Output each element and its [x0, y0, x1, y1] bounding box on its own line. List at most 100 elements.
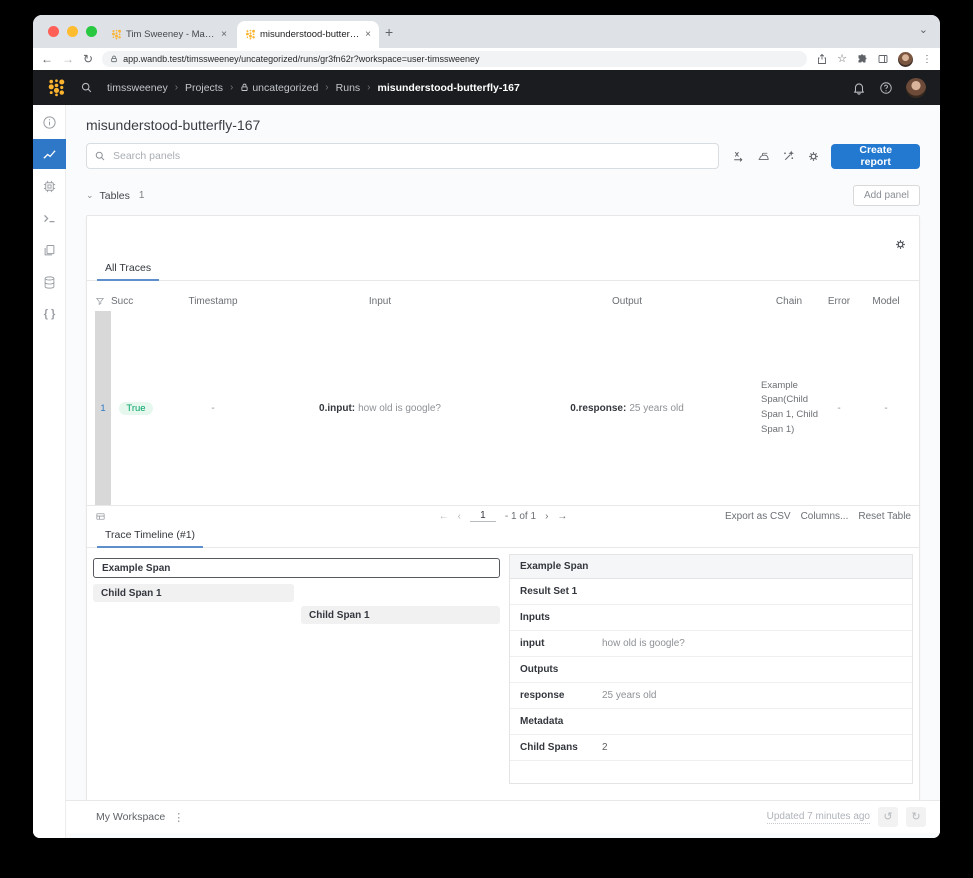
sidebar-item-system[interactable]	[33, 171, 66, 201]
search-panels-input[interactable]	[86, 143, 719, 169]
status-badge: True	[119, 402, 152, 415]
outputs-heading: Outputs	[510, 657, 912, 683]
workspace-tool-icons	[732, 150, 820, 163]
tab-trace-timeline[interactable]: Trace Timeline (#1)	[97, 529, 203, 548]
search-icon[interactable]	[80, 81, 93, 94]
undo-button[interactable]: ↺	[878, 807, 898, 827]
sidepanel-icon[interactable]	[877, 53, 889, 65]
tab-close-icon[interactable]: ×	[365, 29, 371, 40]
breadcrumb: timssweeney › Projects › uncategorized ›…	[107, 82, 520, 94]
forward-button[interactable]: →	[62, 53, 74, 65]
workspace-selector[interactable]: My Workspace	[96, 811, 165, 823]
zoom-window-button[interactable]	[86, 26, 97, 37]
breadcrumb-run-name[interactable]: misunderstood-butterfly-167	[378, 82, 520, 94]
add-panel-button[interactable]: Add panel	[853, 185, 920, 206]
magic-wand-icon[interactable]	[782, 150, 795, 163]
prev-page-arrow-icon[interactable]: ‹	[458, 511, 461, 522]
settings-gear-icon[interactable]	[807, 150, 820, 163]
back-button[interactable]: ←	[41, 53, 53, 65]
column-header-error[interactable]: Error	[819, 296, 859, 307]
table-row[interactable]: 1 True - 0.input:how old is google? 0.re…	[87, 311, 919, 505]
browser-action-icons: ☆ ⋮	[816, 52, 932, 67]
cell-output: 0.response:25 years old	[495, 311, 759, 505]
notifications-bell-icon[interactable]	[852, 81, 866, 95]
sidebar-item-logs[interactable]	[33, 203, 66, 233]
browser-tabstrip: Tim Sweeney - Machine Learni × misunders…	[33, 15, 940, 48]
column-header-chain[interactable]: Chain	[759, 296, 819, 307]
breadcrumb-separator: ›	[175, 82, 178, 93]
browser-menu-icon[interactable]: ⋮	[922, 54, 932, 65]
input-key: 0.input:	[319, 403, 355, 414]
tab-search-chevron-icon[interactable]: ⌄	[919, 23, 928, 36]
new-tab-button[interactable]: +	[385, 24, 393, 40]
browser-profile-avatar[interactable]	[898, 52, 913, 67]
first-page-arrow-icon[interactable]: ←	[439, 511, 449, 522]
lock-icon	[240, 83, 249, 92]
filter-funnel-icon[interactable]	[95, 296, 105, 306]
sidebar-item-charts[interactable]	[33, 139, 66, 169]
column-header-input[interactable]: Input	[265, 296, 495, 307]
breadcrumb-separator: ›	[325, 82, 328, 93]
output-value: 25 years old	[629, 403, 683, 414]
detail-row-child-spans: Child Spans 2	[510, 735, 912, 761]
bookmark-star-icon[interactable]: ☆	[837, 54, 847, 65]
cell-error: -	[819, 311, 859, 505]
next-page-arrow-icon[interactable]: ›	[545, 511, 548, 522]
timeline-span-child2[interactable]: Child Span 1	[301, 606, 500, 624]
x-axis-settings-icon[interactable]	[732, 150, 745, 163]
sidebar-item-config[interactable]: { }	[33, 299, 66, 329]
column-header-output[interactable]: Output	[495, 296, 759, 307]
extensions-puzzle-icon[interactable]	[856, 53, 868, 65]
breadcrumb-runs[interactable]: Runs	[336, 82, 361, 94]
help-icon[interactable]	[879, 81, 893, 95]
timeline-span-example[interactable]: Example Span	[93, 558, 500, 578]
detail-value: 25 years old	[602, 690, 656, 701]
sidebar-item-overview[interactable]	[33, 107, 66, 137]
wandb-navbar: timssweeney › Projects › uncategorized ›…	[33, 70, 940, 105]
sidebar-item-files[interactable]	[33, 235, 66, 265]
column-header-timestamp[interactable]: Timestamp	[161, 296, 265, 307]
cell-success: True	[111, 311, 161, 505]
browser-tab-inactive[interactable]: Tim Sweeney - Machine Learni ×	[103, 21, 235, 48]
user-avatar[interactable]	[906, 78, 926, 98]
detail-key: response	[520, 690, 602, 701]
panel-settings-gear-icon[interactable]	[894, 238, 907, 251]
reload-button[interactable]: ↻	[83, 53, 93, 65]
redo-button[interactable]: ↻	[906, 807, 926, 827]
input-value: how old is google?	[358, 403, 441, 414]
address-bar[interactable]: app.wandb.test/timssweeney/uncategorized…	[102, 51, 807, 67]
smoothing-icon[interactable]	[757, 150, 770, 163]
breadcrumb-project[interactable]: uncategorized	[240, 82, 318, 94]
breadcrumb-separator: ›	[230, 82, 233, 93]
browser-tab-active[interactable]: misunderstood-butterfly-167 | ×	[237, 21, 379, 48]
tab-all-traces[interactable]: All Traces	[97, 262, 159, 281]
timeline-span-child1[interactable]: Child Span 1	[93, 584, 294, 602]
workspace-main: misunderstood-butterfly-167 Create repor…	[66, 105, 940, 838]
row-index[interactable]: 1	[95, 311, 111, 505]
terminal-icon	[42, 211, 57, 226]
close-window-button[interactable]	[48, 26, 59, 37]
cell-model: -	[859, 311, 913, 505]
app-body: { } misunderstood-butterfly-167 Create r…	[33, 105, 940, 838]
column-header-model[interactable]: Model	[859, 296, 913, 307]
trace-table-footer: ← ‹ 1 - 1 of 1 › → Export as CSV Columns…	[87, 506, 919, 526]
section-count: 1	[139, 190, 145, 201]
last-page-arrow-icon[interactable]: →	[557, 511, 567, 522]
page-number-input[interactable]: 1	[470, 510, 496, 522]
export-csv-button[interactable]: Export as CSV	[725, 511, 791, 522]
section-label[interactable]: Tables	[100, 190, 130, 202]
sidebar-item-artifacts[interactable]	[33, 267, 66, 297]
reset-table-button[interactable]: Reset Table	[858, 511, 911, 522]
section-collapse-chevron-icon[interactable]: ⌄	[86, 190, 94, 201]
panel-search	[86, 143, 719, 169]
minimize-window-button[interactable]	[67, 26, 78, 37]
wandb-logo-icon[interactable]	[47, 78, 66, 97]
share-icon[interactable]	[816, 53, 828, 65]
breadcrumb-projects[interactable]: Projects	[185, 82, 223, 94]
create-report-button[interactable]: Create report	[831, 144, 920, 169]
tab-close-icon[interactable]: ×	[221, 29, 227, 40]
workspace-menu-icon[interactable]: ⋮	[173, 811, 184, 824]
breadcrumb-user[interactable]: timssweeney	[107, 82, 168, 94]
columns-button[interactable]: Columns...	[801, 511, 849, 522]
column-header-success[interactable]: Succ	[111, 296, 161, 307]
